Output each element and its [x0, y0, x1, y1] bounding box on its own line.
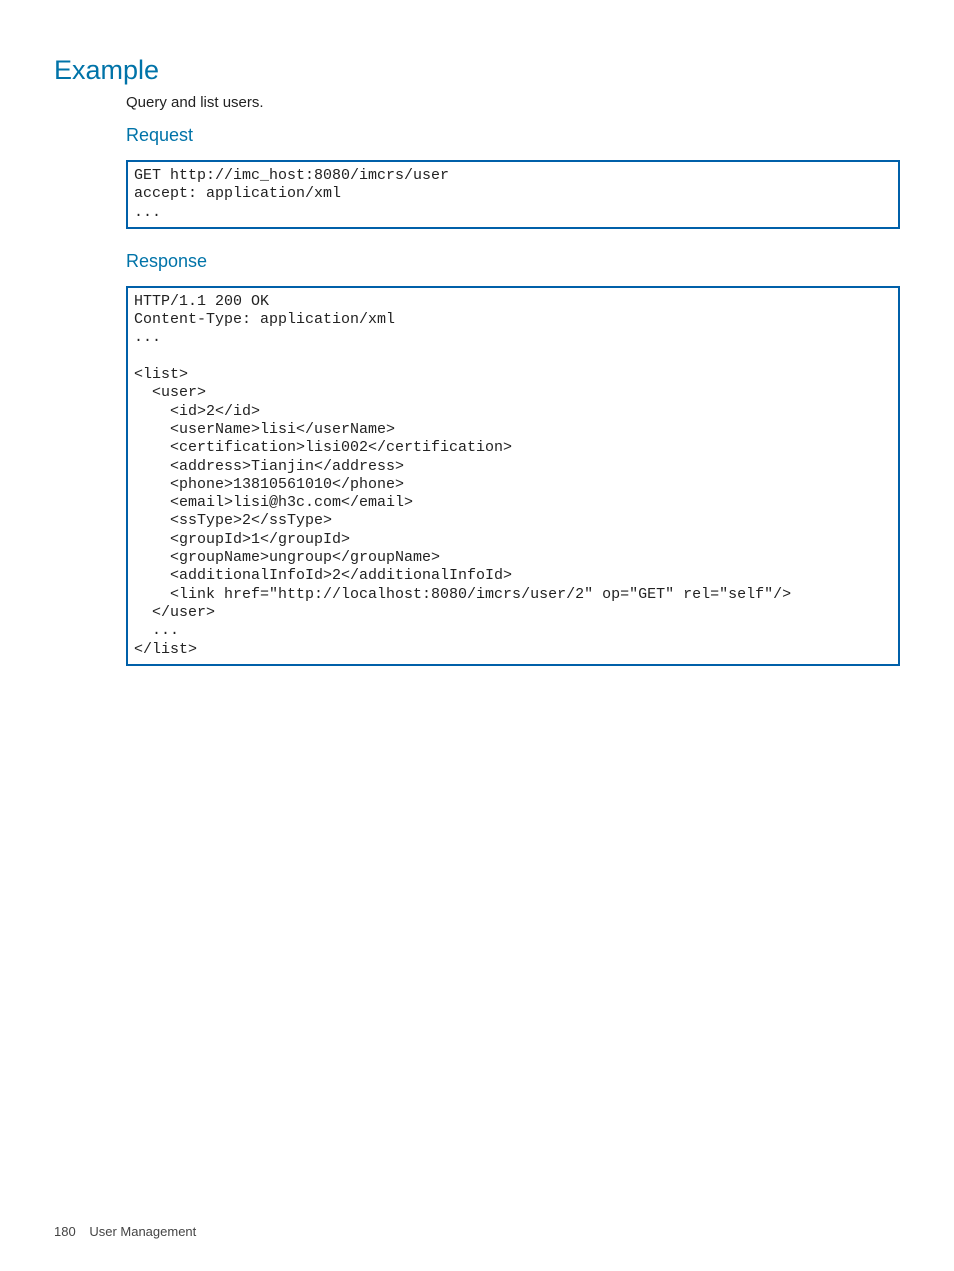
heading-request: Request	[126, 125, 900, 146]
response-code-block: HTTP/1.1 200 OK Content-Type: applicatio…	[126, 286, 900, 666]
heading-example: Example	[54, 55, 900, 86]
page-footer: 180 User Management	[54, 1224, 196, 1239]
intro-text: Query and list users.	[126, 94, 900, 111]
footer-section: User Management	[89, 1224, 196, 1239]
request-code-block: GET http://imc_host:8080/imcrs/user acce…	[126, 160, 900, 229]
heading-response: Response	[126, 251, 900, 272]
page-number: 180	[54, 1224, 76, 1239]
page-content: Example Query and list users. Request GE…	[0, 0, 954, 666]
